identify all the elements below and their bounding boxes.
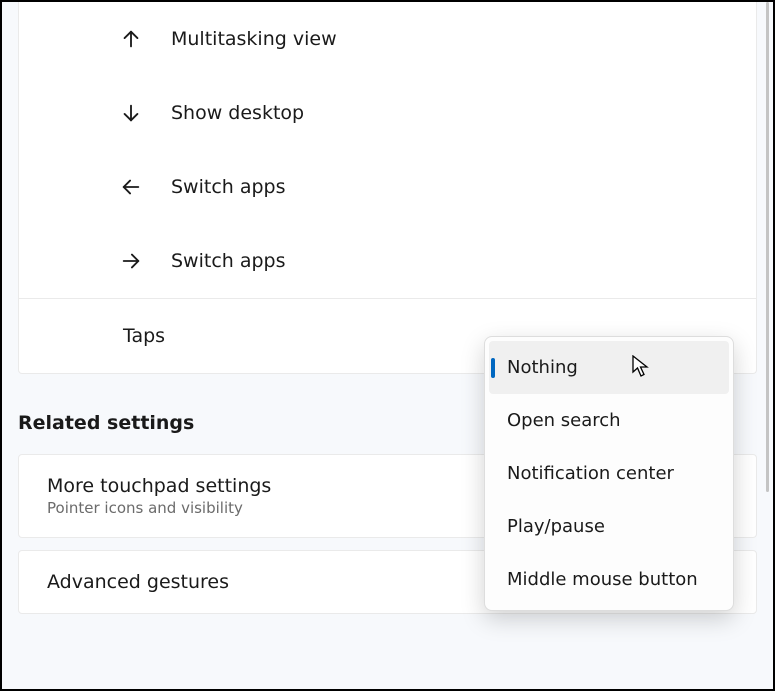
dropdown-option-notification-center[interactable]: Notification center	[489, 447, 729, 500]
card-title: More touchpad settings	[47, 475, 271, 497]
gesture-row-switch-apps-right[interactable]: Switch apps	[19, 224, 756, 298]
arrow-up-icon	[117, 28, 145, 50]
dropdown-option-play-pause[interactable]: Play/pause	[489, 500, 729, 553]
card-text: More touchpad settings Pointer icons and…	[47, 475, 271, 517]
dropdown-option-nothing[interactable]: Nothing	[489, 341, 729, 394]
gesture-row-switch-apps-left[interactable]: Switch apps	[19, 150, 756, 224]
scrollbar[interactable]	[766, 2, 769, 492]
gesture-label: Switch apps	[171, 250, 286, 272]
taps-label: Taps	[123, 325, 165, 347]
arrow-left-icon	[117, 176, 145, 198]
dropdown-option-middle-mouse[interactable]: Middle mouse button	[489, 553, 729, 606]
gesture-row-show-desktop[interactable]: Show desktop	[19, 76, 756, 150]
card-text: Advanced gestures	[47, 571, 229, 593]
dropdown-option-open-search[interactable]: Open search	[489, 394, 729, 447]
arrow-right-icon	[117, 250, 145, 272]
card-title: Advanced gestures	[47, 571, 229, 593]
taps-dropdown[interactable]: Nothing Open search Notification center …	[484, 336, 734, 611]
gesture-label: Switch apps	[171, 176, 286, 198]
gesture-row-multitasking[interactable]: Multitasking view	[19, 2, 756, 76]
arrow-down-icon	[117, 102, 145, 124]
gesture-label: Multitasking view	[171, 28, 337, 50]
gesture-label: Show desktop	[171, 102, 304, 124]
card-subtitle: Pointer icons and visibility	[47, 499, 271, 517]
gestures-panel: Multitasking view Show desktop Switch ap…	[18, 2, 757, 374]
